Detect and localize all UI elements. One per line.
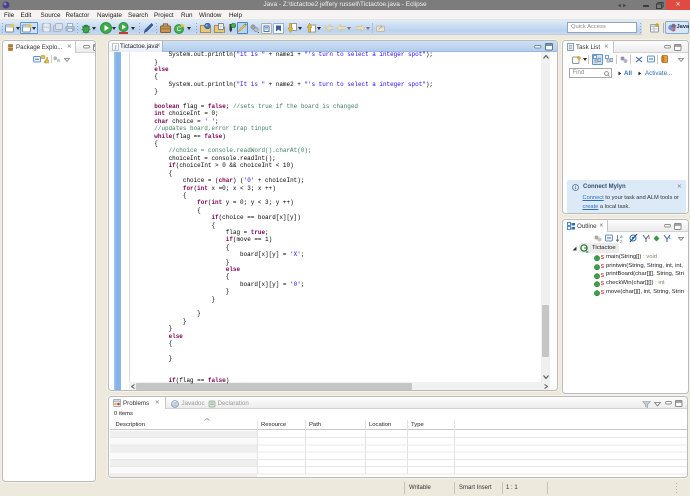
svg-text:C: C <box>176 26 181 33</box>
svg-text:s: s <box>648 235 651 240</box>
svg-text:S: S <box>601 281 605 287</box>
svg-text:@: @ <box>172 402 178 408</box>
svg-text:S: S <box>601 273 605 279</box>
svg-text:S: S <box>601 264 605 270</box>
svg-text:S: S <box>601 290 605 296</box>
svg-text:S: S <box>601 255 605 261</box>
svg-text:z: z <box>620 239 623 243</box>
svg-text:L: L <box>669 235 672 240</box>
